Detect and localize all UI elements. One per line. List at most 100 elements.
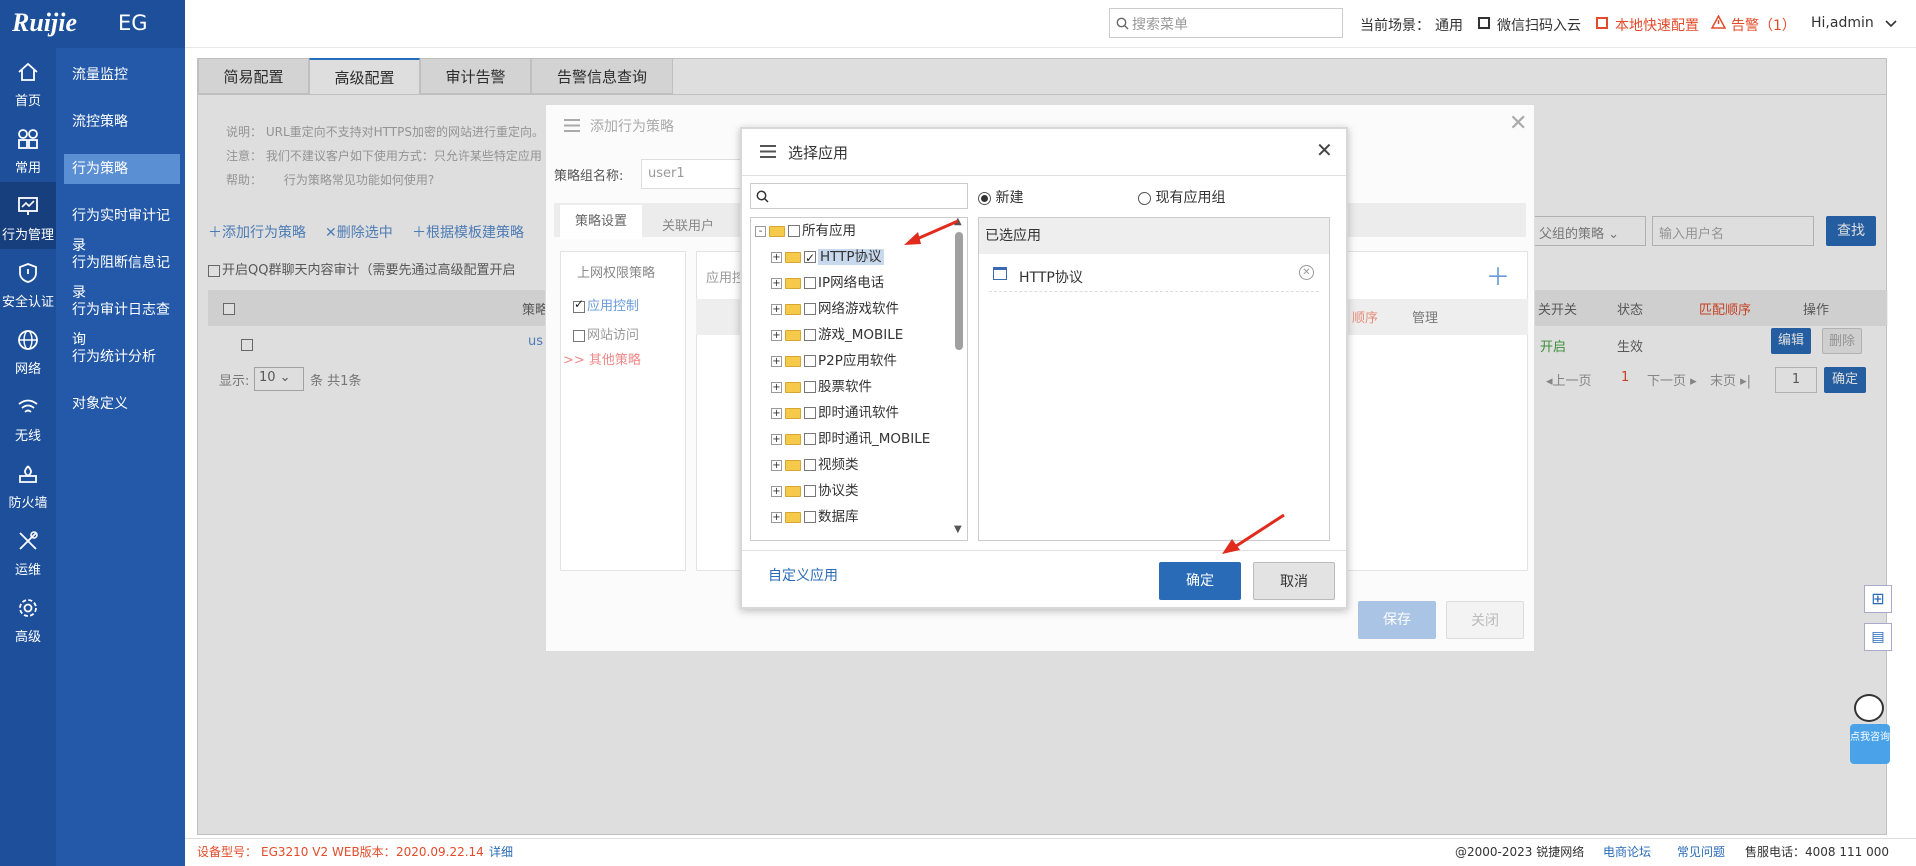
- side-web-access[interactable]: 网站访问: [573, 324, 685, 343]
- close-icon[interactable]: ✕: [1509, 111, 1527, 136]
- tree-scrollbar[interactable]: ▲ ▼: [951, 218, 967, 540]
- rail-item-home[interactable]: 首页: [0, 48, 56, 115]
- save-button-label: 保存: [1383, 612, 1411, 628]
- tree-item[interactable]: + 即时通讯软件: [771, 402, 899, 424]
- rail-item-behavior[interactable]: 行为管理: [0, 182, 56, 249]
- subnav-item[interactable]: 行为阻断信息记录: [64, 248, 180, 301]
- tree-item-check[interactable]: [804, 329, 816, 341]
- tree-item[interactable]: + 即时通讯_MOBILE: [771, 428, 930, 450]
- faq-link[interactable]: 常见问题: [1677, 839, 1725, 865]
- subnav-item[interactable]: 对象定义: [64, 389, 180, 419]
- tree-item-check[interactable]: [804, 303, 816, 315]
- rail-item-firewall[interactable]: 防火墙: [0, 450, 56, 517]
- expand-icon[interactable]: +: [771, 355, 782, 367]
- rail-label: 常用: [14, 161, 41, 176]
- tree-item[interactable]: + HTTP协议: [771, 246, 884, 269]
- wechat-link[interactable]: 微信扫码入云: [1497, 15, 1581, 35]
- expand-icon[interactable]: +: [771, 459, 782, 471]
- remove-selected-icon[interactable]: ✕: [1299, 265, 1314, 280]
- tree-item-check[interactable]: [804, 277, 816, 289]
- tree-item-label: P2P应用软件: [818, 353, 897, 369]
- tree-root[interactable]: - 所有应用: [755, 220, 856, 242]
- radio-existing[interactable]: 现有应用组: [1138, 187, 1225, 207]
- tree-item-check[interactable]: [804, 485, 816, 497]
- ok-button[interactable]: 确定: [1159, 562, 1241, 600]
- tree-item-check[interactable]: [804, 511, 816, 523]
- subnav-item[interactable]: 行为实时审计记录: [64, 201, 180, 254]
- expand-icon[interactable]: +: [771, 433, 782, 445]
- tree-item[interactable]: + 网络游戏软件: [771, 298, 899, 320]
- subnav-item[interactable]: 流控策略: [64, 107, 180, 137]
- tree-item-check[interactable]: [804, 355, 816, 367]
- subnav-item[interactable]: 行为统计分析: [64, 342, 180, 372]
- tree-item[interactable]: + 游戏_MOBILE: [771, 324, 903, 346]
- tree-item[interactable]: + P2P应用软件: [771, 350, 897, 372]
- qrcode-icon: [1478, 17, 1490, 29]
- tree-item-check[interactable]: [804, 407, 816, 419]
- rail-item-shield[interactable]: 安全认证: [0, 249, 56, 316]
- close-button[interactable]: 关闭: [1446, 601, 1524, 639]
- rail-item-tools[interactable]: 运维: [0, 517, 56, 584]
- device-icon[interactable]: ▤: [1864, 623, 1892, 651]
- robot-head: [1854, 694, 1884, 722]
- manage-col-header: 管理: [1412, 311, 1439, 326]
- search-menu-input[interactable]: 搜索菜单: [1109, 8, 1343, 38]
- radio-checked-icon[interactable]: [978, 191, 991, 205]
- quick-config-link[interactable]: 本地快速配置: [1615, 15, 1699, 35]
- expand-icon[interactable]: +: [771, 251, 782, 263]
- side-web-check[interactable]: [573, 329, 585, 342]
- custom-app-link[interactable]: 自定义应用: [768, 565, 838, 585]
- radio-unchecked-icon[interactable]: [1138, 191, 1151, 205]
- close-icon[interactable]: ✕: [1316, 138, 1333, 162]
- expand-icon[interactable]: +: [771, 407, 782, 419]
- scroll-thumb[interactable]: [955, 232, 963, 350]
- save-button[interactable]: 保存: [1358, 601, 1436, 639]
- side-other-policy[interactable]: >> 其他策略: [563, 349, 685, 368]
- tree-item-check[interactable]: [804, 433, 816, 445]
- close-button-label: 关闭: [1471, 613, 1499, 629]
- rail-item-gear[interactable]: 高级: [0, 584, 56, 651]
- side-app-check[interactable]: [573, 297, 585, 313]
- assistant-badge[interactable]: 点我咨询: [1850, 724, 1890, 764]
- radio-new[interactable]: 新建: [978, 187, 1023, 207]
- subnav-item[interactable]: 行为审计日志查询: [64, 295, 180, 348]
- tree-item-check[interactable]: [804, 247, 816, 269]
- detail-link[interactable]: 详细: [489, 839, 513, 865]
- tab-users[interactable]: 关联用户: [662, 215, 714, 234]
- quick-apps-icon[interactable]: ⊞: [1864, 585, 1892, 613]
- cancel-button[interactable]: 取消: [1253, 562, 1335, 600]
- side-app-control[interactable]: 应用控制: [573, 295, 685, 314]
- quick-config-icon: [1596, 17, 1608, 29]
- collapse-icon[interactable]: -: [755, 225, 766, 237]
- scene-value[interactable]: 通用: [1435, 15, 1463, 35]
- subnav-item[interactable]: 流量监控: [64, 60, 180, 90]
- annotation-arrow-bottom: [1222, 513, 1285, 554]
- chevron-down-icon[interactable]: [1885, 20, 1897, 28]
- user-menu[interactable]: Hi,admin: [1811, 15, 1874, 31]
- tab-settings[interactable]: 策略设置: [560, 205, 642, 239]
- subnav-item[interactable]: 行为策略: [64, 154, 180, 184]
- tree-root-check[interactable]: [788, 225, 800, 237]
- tree-item[interactable]: + 数据库: [771, 506, 859, 528]
- rail-item-grid[interactable]: 常用: [0, 115, 56, 182]
- rail-item-globe[interactable]: 网络: [0, 316, 56, 383]
- expand-icon[interactable]: +: [771, 303, 782, 315]
- tree-item-check[interactable]: [804, 381, 816, 393]
- expand-icon[interactable]: +: [771, 485, 782, 497]
- tree-item[interactable]: + 协议类: [771, 480, 859, 502]
- rail-item-wifi[interactable]: 无线: [0, 383, 56, 450]
- expand-icon[interactable]: +: [771, 511, 782, 523]
- expand-icon[interactable]: +: [771, 381, 782, 393]
- assistant-robot-icon[interactable]: 点我咨询: [1848, 690, 1892, 770]
- app-search-input[interactable]: [750, 183, 968, 209]
- forum-link[interactable]: 电商论坛: [1603, 839, 1651, 865]
- expand-icon[interactable]: +: [771, 329, 782, 341]
- tree-item-check[interactable]: [804, 459, 816, 471]
- alarm-link[interactable]: 告警（1）: [1731, 15, 1796, 35]
- tree-item[interactable]: + 视频类: [771, 454, 859, 476]
- expand-icon[interactable]: +: [771, 277, 782, 289]
- scroll-down-icon[interactable]: ▼: [954, 524, 962, 535]
- tree-item[interactable]: + IP网络电话: [771, 272, 884, 294]
- add-rule-icon[interactable]: ＋: [1486, 257, 1510, 292]
- tree-item[interactable]: + 股票软件: [771, 376, 872, 398]
